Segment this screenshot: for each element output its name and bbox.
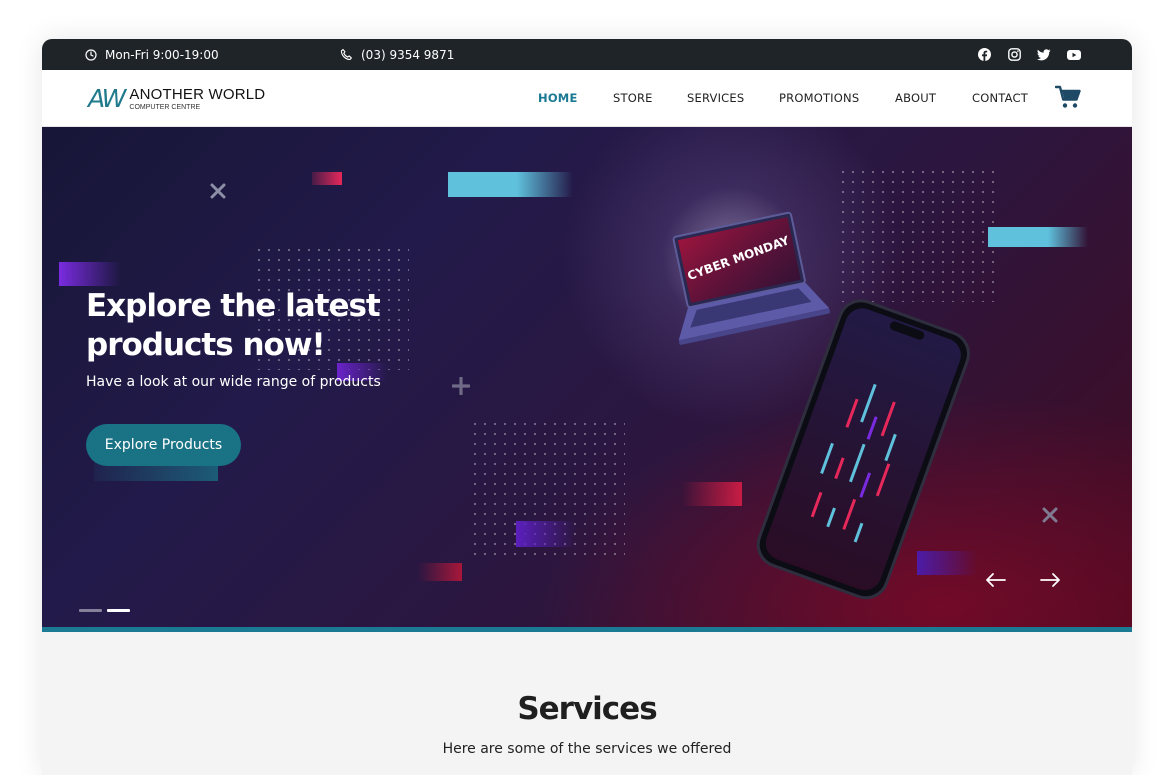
nav-about[interactable]: ABOUT: [895, 91, 936, 105]
decorative-x-icon: [210, 183, 226, 199]
decorative-x-icon: [1042, 507, 1058, 523]
site-header: AW ANOTHER WORLD COMPUTER CENTRE HOME ST…: [42, 70, 1132, 127]
phone-icon: [340, 48, 352, 61]
decorative-bar: [448, 172, 573, 197]
slide-indicators: [79, 609, 130, 612]
phone-info[interactable]: (03) 9354 9871: [340, 39, 454, 70]
clock-icon: [85, 48, 97, 61]
phone-number[interactable]: (03) 9354 9871: [361, 48, 454, 62]
hero-bottom-strip: [42, 627, 1132, 632]
phone-illustration: [756, 299, 970, 600]
nav-store[interactable]: STORE: [613, 91, 653, 105]
decorative-bar: [312, 172, 342, 185]
services-subheading: Here are some of the services we offered: [442, 741, 732, 757]
services-heading: Services: [517, 691, 657, 727]
slide-indicator-1[interactable]: [79, 609, 102, 612]
decorative-bar: [516, 521, 576, 547]
explore-products-button[interactable]: Explore Products: [86, 424, 241, 466]
main-nav: HOME STORE SERVICES PROMOTIONS ABOUT CON…: [42, 70, 1132, 127]
facebook-icon[interactable]: [976, 47, 992, 63]
social-links: [976, 39, 1082, 70]
decorative-bar: [418, 563, 462, 581]
decorative-dot-grid: [838, 167, 998, 302]
nav-services[interactable]: SERVICES: [687, 91, 744, 105]
youtube-icon[interactable]: [1066, 47, 1082, 63]
instagram-icon[interactable]: [1006, 47, 1022, 63]
nav-promotions[interactable]: PROMOTIONS: [779, 91, 859, 105]
cart-icon[interactable]: [1055, 84, 1081, 110]
top-info-bar: Mon-Fri 9:00-19:00 (03) 9354 9871: [42, 39, 1132, 70]
hours-text: Mon-Fri 9:00-19:00: [105, 47, 219, 62]
nav-contact[interactable]: CONTACT: [972, 91, 1028, 105]
arrow-right-icon[interactable]: [1038, 568, 1062, 592]
arrow-left-icon[interactable]: [984, 568, 1008, 592]
decorative-bar: [59, 262, 121, 286]
decorative-bar: [988, 227, 1088, 247]
decorative-plus-icon: [452, 377, 470, 395]
nav-home[interactable]: HOME: [538, 91, 578, 105]
browser-frame: Mon-Fri 9:00-19:00 (03) 9354 9871 AW ANO…: [42, 39, 1132, 775]
hero-title: Explore the latest products now!: [86, 288, 381, 363]
decorative-bar: [682, 482, 742, 506]
hero-slider: CYBER MONDAY Explore the latest products…: [42, 127, 1132, 627]
twitter-icon[interactable]: [1036, 47, 1052, 63]
hero-subtitle: Have a look at our wide range of product…: [86, 374, 381, 390]
hours-info: Mon-Fri 9:00-19:00: [85, 39, 219, 70]
slide-indicator-2[interactable]: [107, 609, 130, 612]
